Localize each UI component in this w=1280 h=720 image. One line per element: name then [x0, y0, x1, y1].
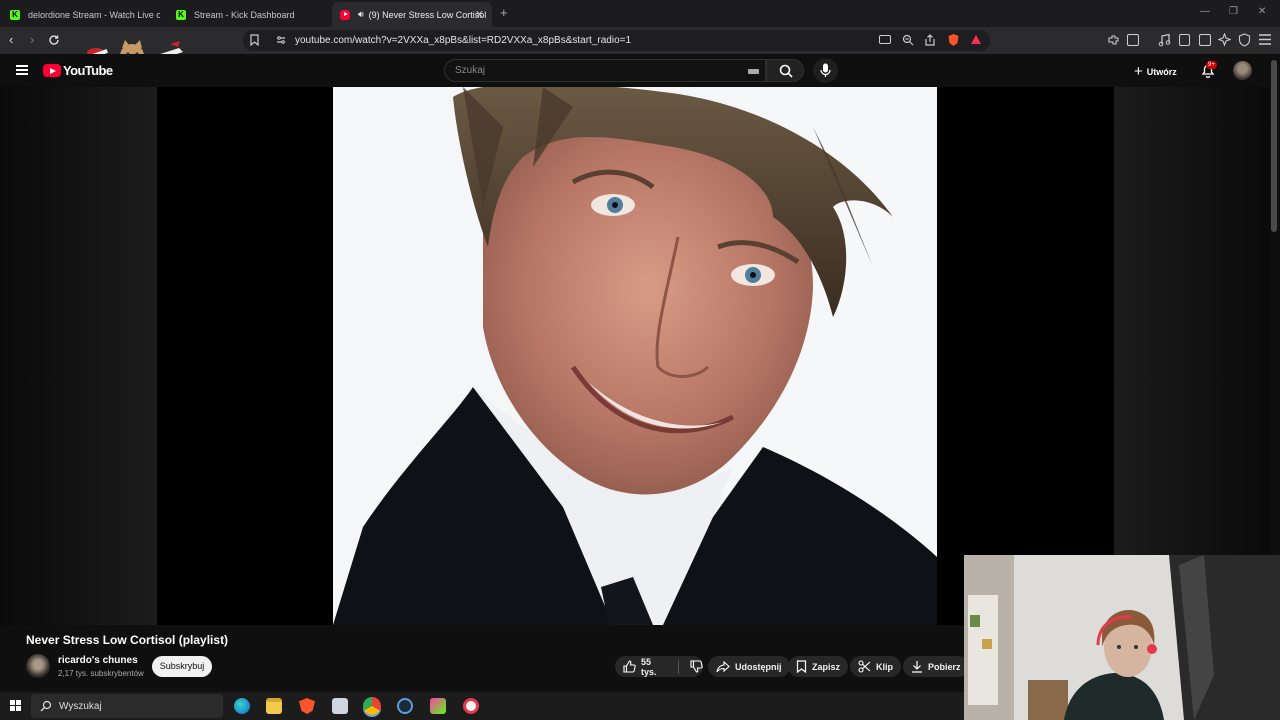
windows-start-icon[interactable]: [10, 700, 21, 711]
plus-icon: +: [1134, 63, 1143, 80]
create-label: Utwórz: [1146, 66, 1177, 77]
video-frame[interactable]: [333, 87, 937, 625]
tab-kick-dashboard[interactable]: K Stream - Kick Dashboard: [166, 2, 326, 27]
divider: [678, 659, 679, 674]
speaker-icon: 🔊︎: [358, 9, 364, 19]
subscribe-button[interactable]: Subskrybuj: [152, 656, 212, 677]
tab-youtube[interactable]: 🔊︎ (9) Never Stress Low Cortisol ✕: [332, 2, 492, 27]
back-icon[interactable]: ‹: [9, 32, 13, 47]
kick-icon: K: [176, 9, 186, 20]
screenshot-icon[interactable]: [1127, 34, 1139, 46]
site-settings-icon[interactable]: [276, 35, 286, 45]
page-scrollbar[interactable]: [1271, 60, 1277, 232]
app-icon[interactable]: [332, 698, 348, 714]
zoom-icon[interactable]: [902, 34, 914, 46]
minimize-icon[interactable]: —: [1200, 6, 1210, 17]
media-icon[interactable]: [1158, 33, 1171, 47]
share-button[interactable]: Udostępnij: [708, 656, 790, 677]
tab-title: (9) Never Stress Low Cortisol: [368, 9, 487, 20]
close-tab-icon[interactable]: ✕: [475, 8, 484, 21]
bookmark-icon[interactable]: [250, 34, 259, 46]
youtube-icon: [340, 9, 350, 20]
like-dislike-group: 55 tys.: [615, 656, 703, 677]
extensions-icon[interactable]: [1107, 34, 1120, 47]
share-label: Udostępnij: [735, 661, 782, 672]
browser-toolbar: ‹ › youtube.com/watch?v=2VXXa_x8pBs&list…: [0, 27, 1280, 54]
youtube-logo-text[interactable]: YouTube: [63, 63, 113, 78]
brave-rewards-icon[interactable]: [970, 34, 982, 46]
sidebar-icon[interactable]: [1179, 34, 1190, 46]
obs-icon[interactable]: [463, 698, 479, 714]
create-button[interactable]: + Utwórz: [1134, 63, 1177, 80]
search-icon: [779, 64, 793, 78]
subscriber-count: 2,17 tys. subskrybentów: [58, 669, 144, 678]
vpn-icon[interactable]: [1238, 33, 1251, 47]
video-title: Never Stress Low Cortisol (playlist): [26, 633, 229, 647]
tab-kick-stream[interactable]: K delordione Stream - Watch Live o: [0, 2, 160, 27]
thumbs-up-icon: [623, 660, 636, 673]
clip-label: Klip: [876, 661, 893, 672]
webcam-feed: [964, 555, 1280, 720]
leo-ai-icon[interactable]: [1218, 33, 1231, 47]
download-label: Pobierz: [928, 661, 961, 672]
windows-taskbar: Wyszukaj: [0, 692, 964, 720]
maximize-icon[interactable]: ❐: [1229, 6, 1238, 17]
taskbar-search-label: Wyszukaj: [59, 701, 102, 712]
steam-icon[interactable]: [397, 698, 413, 714]
kick-icon: K: [10, 9, 20, 20]
file-explorer-icon[interactable]: [266, 698, 282, 714]
save-icon: [796, 660, 807, 673]
search-input[interactable]: Szukaj: [444, 59, 766, 82]
new-tab-button[interactable]: +: [500, 5, 508, 20]
share-page-icon[interactable]: [924, 34, 936, 46]
scissors-icon: [858, 660, 871, 673]
streaming-app-icon[interactable]: [430, 698, 446, 714]
keyboard-icon[interactable]: [748, 69, 759, 74]
save-button[interactable]: Zapisz: [788, 656, 849, 677]
hamburger-menu-icon[interactable]: [16, 65, 28, 75]
account-avatar[interactable]: [1233, 61, 1252, 80]
notification-badge: 9+: [1206, 61, 1217, 69]
share-icon: [716, 660, 730, 672]
download-button[interactable]: Pobierz: [903, 656, 969, 677]
reload-icon[interactable]: [48, 34, 60, 46]
like-count: 55 tys.: [641, 656, 657, 677]
wallet-icon[interactable]: [1199, 34, 1211, 46]
ambient-glow-right: [1114, 87, 1270, 625]
brave-shields-icon[interactable]: [947, 33, 960, 47]
clip-button[interactable]: Klip: [850, 656, 901, 677]
youtube-header: YouTube Szukaj + Utwórz 9+: [0, 54, 1280, 87]
webcam-overlay: [964, 555, 1280, 720]
channel-avatar[interactable]: [26, 654, 50, 678]
taskbar-search[interactable]: Wyszukaj: [31, 694, 223, 718]
forward-icon[interactable]: ›: [30, 32, 34, 47]
thumbs-down-icon[interactable]: [690, 660, 703, 673]
tab-title: Stream - Kick Dashboard: [194, 9, 295, 20]
voice-search-button[interactable]: [813, 58, 838, 83]
download-icon: [912, 661, 922, 673]
url-text: youtube.com/watch?v=2VXXa_x8pBs&list=RD2…: [295, 35, 632, 46]
microphone-icon: [820, 63, 831, 77]
chrome-icon[interactable]: [363, 697, 381, 715]
brave-icon[interactable]: [299, 698, 315, 714]
video-thumbnail-portrait: [333, 87, 937, 625]
cast-icon[interactable]: [879, 35, 891, 44]
save-label: Zapisz: [812, 661, 841, 672]
like-button[interactable]: 55 tys.: [623, 657, 667, 677]
search-placeholder: Szukaj: [455, 65, 486, 76]
browser-tab-strip: K delordione Stream - Watch Live o K Str…: [0, 0, 1280, 27]
address-bar[interactable]: youtube.com/watch?v=2VXXa_x8pBs&list=RD2…: [243, 30, 990, 51]
search-icon: [40, 700, 52, 712]
ambient-glow-left: [0, 87, 157, 625]
channel-name[interactable]: ricardo's chunes: [58, 655, 138, 666]
tab-title: delordione Stream - Watch Live o: [28, 9, 160, 20]
search-button[interactable]: [766, 59, 804, 82]
close-window-icon[interactable]: ✕: [1258, 6, 1266, 17]
edge-icon[interactable]: [234, 698, 250, 714]
youtube-logo-icon[interactable]: [43, 64, 61, 77]
browser-menu-icon[interactable]: [1259, 34, 1271, 45]
